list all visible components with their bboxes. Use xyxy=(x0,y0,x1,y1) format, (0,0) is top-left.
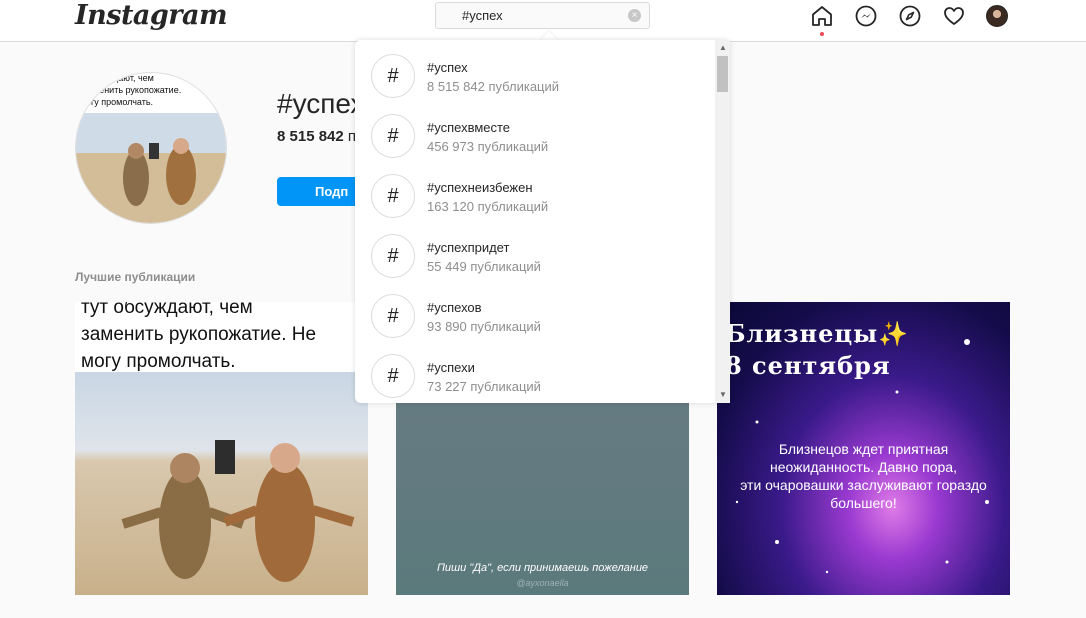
profile-meme-line: огу промолчать. xyxy=(86,97,153,107)
result-post-count: 456 973 публикаций xyxy=(427,139,549,154)
instagram-logo[interactable]: Instagram xyxy=(75,0,228,31)
home-icon[interactable] xyxy=(810,4,834,36)
hashtag-title: #успех xyxy=(277,88,365,119)
post-title-line: 8 сентября xyxy=(725,351,891,380)
hashtag-icon: # xyxy=(371,294,415,338)
hashtag-icon: # xyxy=(371,354,415,398)
post-body-text: Близнецов ждет приятная неожиданность. Д… xyxy=(740,441,987,511)
hashtag-icon: # xyxy=(371,174,415,218)
scrollbar-thumb[interactable] xyxy=(717,56,728,92)
post-credit: @ayxonaella xyxy=(516,578,569,588)
result-hashtag-name: #успехвместе xyxy=(427,120,511,135)
search-input[interactable] xyxy=(462,8,622,23)
search-result-item[interactable]: # #успехов 93 890 публикаций xyxy=(355,280,715,340)
profile-meme-line: …менить рукопожатие. xyxy=(84,85,181,95)
result-post-count: 93 890 публикаций xyxy=(427,319,541,334)
result-hashtag-name: #успехпридет xyxy=(427,240,510,255)
hashtag-icon: # xyxy=(371,54,415,98)
search-result-item[interactable]: # #успех 8 515 842 публикаций xyxy=(355,40,715,100)
post-meme-text: тут обсуждают, чем заменить рукопожатие.… xyxy=(81,302,317,372)
post-tile[interactable]: Близнецы✨ 8 сентября Близнецов ждет прия… xyxy=(717,302,1010,595)
result-hashtag-name: #успехнеизбежен xyxy=(427,180,533,195)
result-hashtag-name: #успехов xyxy=(427,300,482,315)
result-post-count: 8 515 842 публикаций xyxy=(427,79,560,94)
activity-heart-icon[interactable] xyxy=(942,4,966,28)
post-caption: Пиши "Да", если принимаешь пожелание xyxy=(436,562,649,574)
post-tile[interactable]: тут обсуждают, чем заменить рукопожатие.… xyxy=(75,302,368,595)
profile-meme-line: …ждают, чем xyxy=(98,73,154,83)
result-hashtag-name: #успехи xyxy=(427,360,475,375)
avatar xyxy=(986,5,1008,27)
scroll-up-icon[interactable]: ▲ xyxy=(718,43,728,53)
result-hashtag-name: #успех xyxy=(427,60,468,75)
search-result-item[interactable]: # #успехи 73 227 публикаций xyxy=(355,340,715,400)
clear-search-icon[interactable]: × xyxy=(628,9,641,22)
search-results-dropdown: # #успех 8 515 842 публикаций # #успехвм… xyxy=(355,40,730,403)
search-result-item[interactable]: # #успехнеизбежен 163 120 публикаций xyxy=(355,160,715,220)
post-image xyxy=(75,372,368,595)
post-title: Близнецы✨ 8 сентября xyxy=(725,318,909,382)
profile-avatar-icon[interactable] xyxy=(986,4,1010,28)
search-result-item[interactable]: # #успехпридет 55 449 публикаций xyxy=(355,220,715,280)
result-post-count: 163 120 публикаций xyxy=(427,199,549,214)
search-box[interactable]: × xyxy=(435,2,650,29)
hashtag-profile-picture: …ждают, чем …менить рукопожатие. огу про… xyxy=(75,72,227,224)
explore-compass-icon[interactable] xyxy=(898,4,922,28)
search-result-item[interactable]: # #успехвместе 456 973 публикаций xyxy=(355,100,715,160)
top-posts-label: Лучшие публикации xyxy=(75,270,196,284)
post-title-line: Близнецы✨ xyxy=(725,319,910,348)
hashtag-icon: # xyxy=(371,114,415,158)
hashtag-icon: # xyxy=(371,234,415,278)
notification-dot xyxy=(820,32,824,36)
result-post-count: 55 449 публикаций xyxy=(427,259,541,274)
dropdown-scrollbar[interactable] xyxy=(715,40,730,403)
publication-count: 8 515 842 п xyxy=(277,128,356,145)
publication-count-number: 8 515 842 xyxy=(277,128,344,145)
messenger-icon[interactable] xyxy=(854,4,878,28)
nav-icons xyxy=(810,4,1030,36)
scroll-down-icon[interactable]: ▼ xyxy=(718,390,728,400)
result-post-count: 73 227 публикаций xyxy=(427,379,541,394)
